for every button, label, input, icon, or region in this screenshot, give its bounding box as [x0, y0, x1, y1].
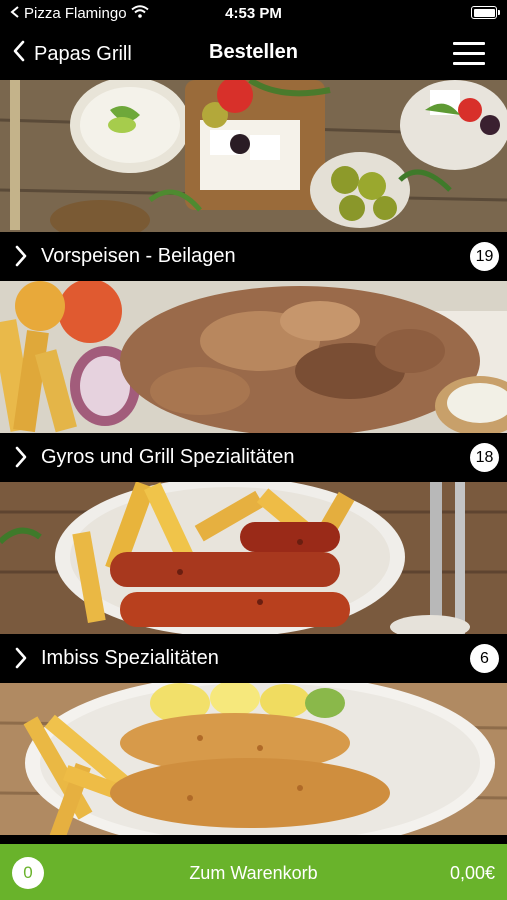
category-item[interactable] [0, 683, 507, 844]
category-label: Gyros und Grill Spezialitäten [41, 446, 295, 468]
chevron-right-icon [14, 245, 28, 272]
cart-total: 0,00€ [449, 863, 495, 883]
category-bar[interactable]: Vorspeisen - Beilagen 19 [0, 232, 507, 281]
back-button[interactable]: Papas Grill [12, 40, 132, 68]
cart-bar[interactable]: 0 Zum Warenkorb 0,00€ [0, 844, 507, 900]
chevron-left-icon [12, 40, 26, 68]
battery-icon [471, 6, 500, 19]
category-item[interactable]: Imbiss Spezialitäten 6 [0, 482, 507, 683]
status-time: 4:53 PM [225, 5, 282, 22]
category-list: Vorspeisen - Beilagen 19 Gyros und Grill… [0, 80, 507, 844]
hamburger-menu-icon[interactable] [453, 42, 485, 66]
status-bar: Pizza Flamingo 4:53 PM [0, 0, 507, 28]
category-count-badge: 18 [470, 443, 499, 472]
chevron-right-icon [14, 446, 28, 473]
category-image-gyros [0, 281, 507, 433]
chevron-right-icon [14, 647, 28, 674]
category-label: Imbiss Spezialitäten [41, 647, 219, 669]
category-image-snacks [0, 482, 507, 634]
category-item[interactable]: Gyros und Grill Spezialitäten 18 [0, 281, 507, 482]
category-label: Vorspeisen - Beilagen [41, 245, 236, 267]
category-image-fish [0, 683, 507, 835]
category-image-appetizers [0, 80, 507, 232]
category-bar[interactable]: Imbiss Spezialitäten 6 [0, 634, 507, 683]
category-count-badge: 19 [470, 242, 499, 271]
category-item[interactable]: Vorspeisen - Beilagen 19 [0, 80, 507, 281]
category-bar[interactable]: Gyros und Grill Spezialitäten 18 [0, 433, 507, 482]
category-count-badge: 6 [470, 644, 499, 673]
navigation-bar: Papas Grill Bestellen [0, 28, 507, 80]
go-to-cart-label[interactable]: Zum Warenkorb [0, 863, 507, 884]
back-button-label: Papas Grill [34, 42, 132, 65]
